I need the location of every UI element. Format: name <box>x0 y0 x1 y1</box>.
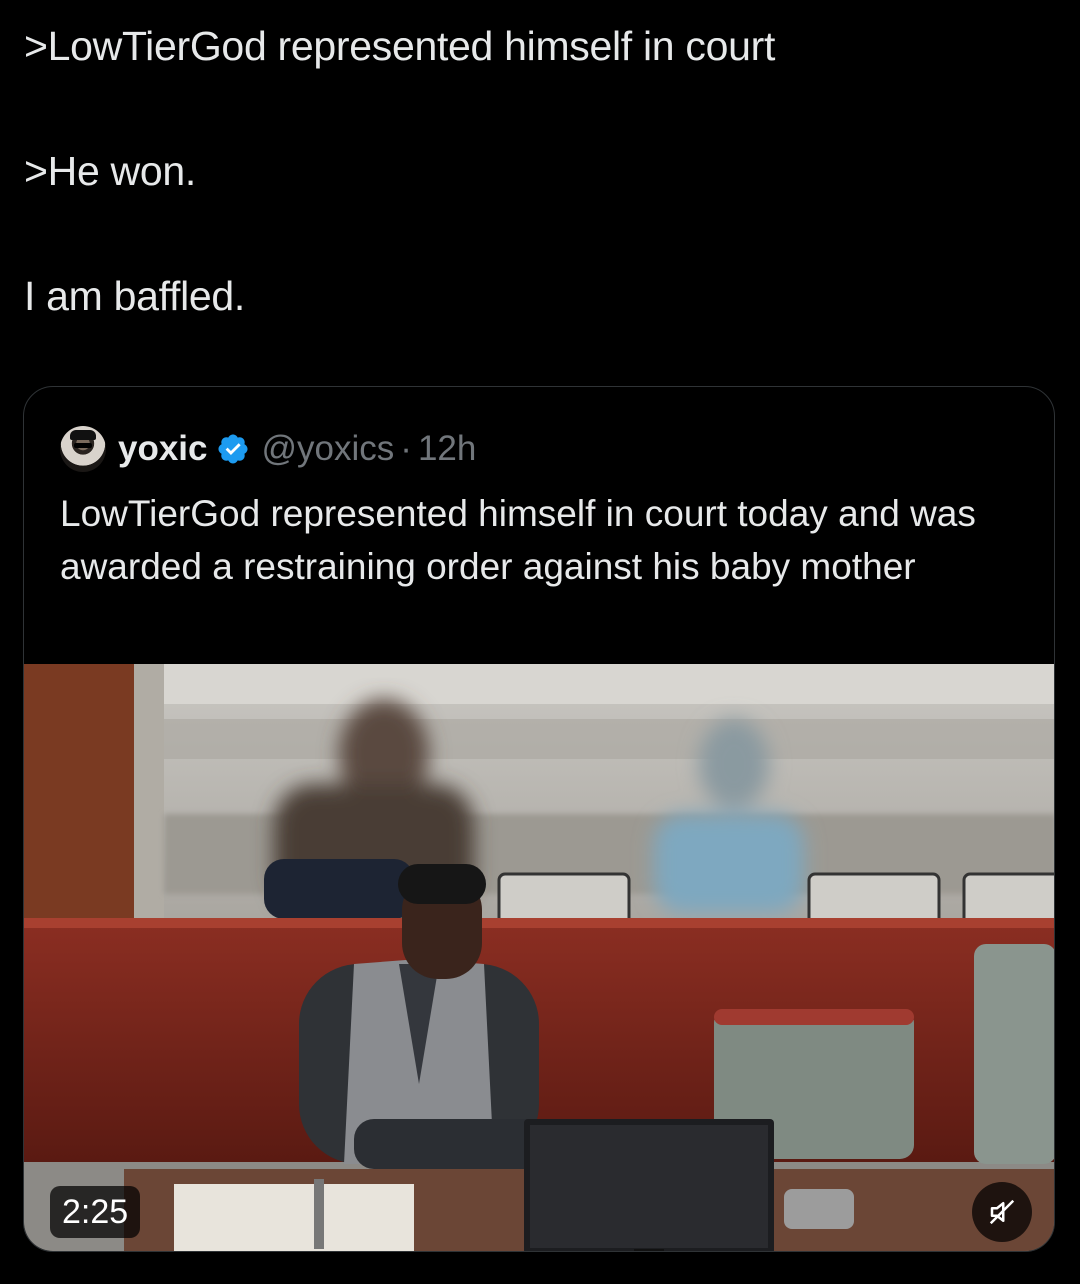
post-line-1: >LowTierGod represented himself in court <box>24 23 776 69</box>
video-player[interactable]: 2:25 <box>24 664 1054 1251</box>
display-name[interactable]: yoxic <box>118 429 208 469</box>
post-line-2: >He won. <box>24 148 196 194</box>
quoted-post-text: LowTierGod represented himself in court … <box>60 493 976 587</box>
verified-badge-icon <box>217 434 248 464</box>
mute-button[interactable] <box>972 1182 1032 1242</box>
avatar[interactable] <box>60 426 106 472</box>
video-frame <box>24 664 1054 1251</box>
quoted-post-header: yoxic @yoxics · 12h <box>60 425 476 473</box>
video-duration-badge: 2:25 <box>50 1186 141 1238</box>
speaker-muted-icon <box>989 1199 1015 1225</box>
handle[interactable]: @yoxics <box>262 429 395 469</box>
separator-dot: · <box>400 429 412 468</box>
post-line-3: I am baffled. <box>24 273 245 319</box>
quoted-post-card[interactable]: yoxic @yoxics · 12h LowTierGod represent… <box>23 386 1055 1252</box>
timestamp[interactable]: 12h <box>418 429 476 469</box>
